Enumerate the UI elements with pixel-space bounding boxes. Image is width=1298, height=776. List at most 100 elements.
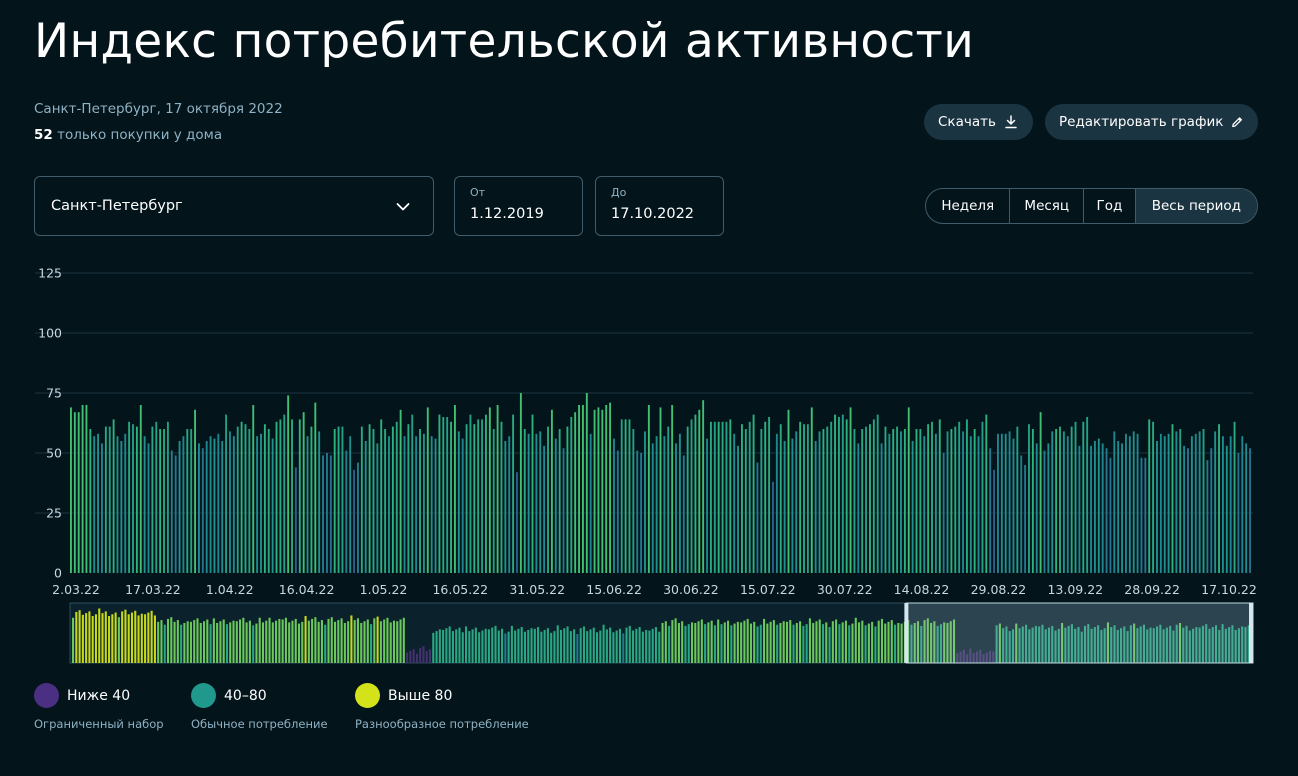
chart-bar[interactable] [791, 438, 794, 573]
chart-bar[interactable] [965, 419, 968, 573]
chart-bar[interactable] [907, 407, 910, 573]
chart-bar[interactable] [1000, 433, 1003, 573]
chart-bar[interactable] [640, 453, 643, 573]
chart-bar[interactable] [124, 433, 127, 573]
chart-bar[interactable] [182, 436, 185, 573]
chart-bar[interactable] [287, 395, 290, 573]
chart-bar[interactable] [434, 438, 437, 573]
chart-bar[interactable] [1117, 441, 1120, 573]
chart-bar[interactable] [775, 433, 778, 573]
chart-bar[interactable] [419, 429, 421, 573]
chart-bar[interactable] [201, 448, 204, 573]
chart-bar[interactable] [849, 407, 852, 573]
chart-bar[interactable] [194, 409, 196, 573]
chart-bar[interactable] [620, 419, 623, 573]
chart-bar[interactable] [1125, 433, 1127, 573]
chart-bar[interactable] [721, 421, 724, 573]
chart-bar[interactable] [523, 429, 526, 573]
chart-bar[interactable] [399, 409, 402, 573]
chart-bar[interactable] [826, 426, 829, 573]
chart-bar[interactable] [1140, 457, 1143, 573]
chart-bar[interactable] [756, 462, 759, 573]
chart-bar[interactable] [101, 443, 103, 573]
chart-bar[interactable] [411, 414, 414, 573]
chart-bar[interactable] [263, 424, 266, 573]
chart-bar[interactable] [946, 431, 949, 573]
chart-bar[interactable] [349, 436, 352, 573]
chart-bar[interactable] [605, 405, 608, 573]
chart-bar[interactable] [1097, 438, 1100, 573]
chart-bar[interactable] [1055, 429, 1058, 573]
chart-bar[interactable] [958, 421, 961, 573]
chart-bar[interactable] [403, 436, 406, 573]
chart-bar[interactable] [229, 431, 231, 573]
chart-bar[interactable] [733, 433, 736, 573]
chart-bar[interactable] [853, 429, 856, 573]
chart-bar[interactable] [1167, 433, 1170, 573]
chart-bar[interactable] [446, 417, 449, 573]
chart-bar[interactable] [1024, 465, 1027, 573]
chart-bar[interactable] [81, 405, 84, 573]
chart-bar[interactable] [1229, 436, 1232, 573]
chart-bar[interactable] [535, 433, 538, 573]
chart-bar[interactable] [613, 438, 615, 573]
chart-bar[interactable] [698, 409, 701, 573]
chart-bar[interactable] [213, 438, 216, 573]
chart-bar[interactable] [492, 429, 495, 573]
chart-bar[interactable] [450, 421, 452, 573]
chart-bar[interactable] [830, 421, 833, 573]
chart-bar[interactable] [453, 405, 456, 573]
chart-bar[interactable] [1101, 443, 1104, 573]
chart-bar[interactable] [562, 448, 565, 573]
chart-bar[interactable] [500, 421, 503, 573]
chart-bar[interactable] [306, 436, 309, 573]
chart-bar[interactable] [744, 429, 747, 573]
chart-bar[interactable] [985, 414, 988, 573]
chart-bar[interactable] [461, 438, 464, 573]
chart-bar[interactable] [671, 405, 674, 573]
chart-bar[interactable] [1132, 431, 1135, 573]
chart-bar[interactable] [318, 431, 321, 573]
chart-bar[interactable] [1016, 426, 1019, 573]
chart-bar[interactable] [1214, 431, 1217, 573]
chart-bar[interactable] [806, 424, 809, 573]
chart-bar[interactable] [581, 405, 584, 573]
chart-bar[interactable] [163, 429, 165, 573]
chart-bar[interactable] [1218, 424, 1220, 573]
chart-bar[interactable] [205, 441, 208, 573]
chart-bar[interactable] [1136, 433, 1139, 573]
chart-bar[interactable] [550, 409, 553, 573]
chart-bar[interactable] [841, 414, 844, 573]
chart-bar[interactable] [1163, 436, 1166, 573]
chart-bar[interactable] [477, 419, 480, 573]
chart-bar[interactable] [903, 429, 906, 573]
chart-bar[interactable] [1148, 419, 1151, 573]
chart-bar[interactable] [1020, 455, 1023, 573]
chart-bar[interactable] [426, 407, 429, 573]
chart-bar[interactable] [190, 429, 193, 573]
chart-bar[interactable] [388, 436, 390, 573]
chart-bar[interactable] [128, 421, 131, 573]
chart-bar[interactable] [1113, 431, 1116, 573]
chart-bar[interactable] [465, 424, 468, 573]
overview-handle-left[interactable] [904, 603, 909, 663]
chart-bar[interactable] [915, 429, 918, 573]
chart-bar[interactable] [624, 419, 627, 573]
chart-bar[interactable] [644, 431, 646, 573]
chart-bar[interactable] [108, 426, 111, 573]
chart-bar[interactable] [508, 436, 511, 573]
chart-bar[interactable] [178, 441, 181, 573]
chart-bar[interactable] [954, 426, 957, 573]
chart-bar[interactable] [651, 443, 654, 573]
chart-bar[interactable] [570, 417, 573, 573]
chart-bar[interactable] [1121, 443, 1123, 573]
chart-bar[interactable] [566, 426, 569, 573]
chart-bar[interactable] [678, 433, 681, 573]
chart-bar[interactable] [380, 419, 383, 573]
chart-bar[interactable] [496, 405, 499, 573]
chart-bar[interactable] [706, 438, 708, 573]
chart-bar[interactable] [686, 426, 689, 573]
chart-bar[interactable] [585, 393, 588, 573]
chart-bar[interactable] [717, 421, 720, 573]
chart-bar[interactable] [1062, 431, 1065, 573]
